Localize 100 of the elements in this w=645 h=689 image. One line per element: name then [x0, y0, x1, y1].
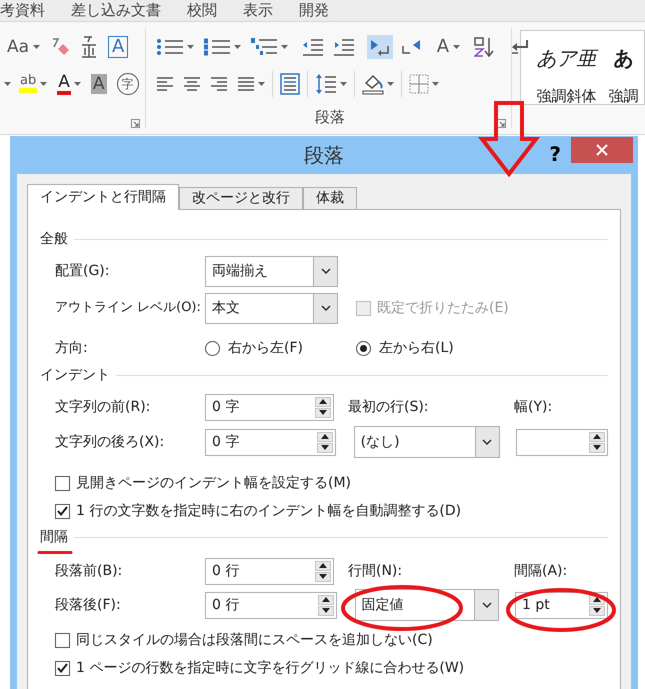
caret-icon[interactable] — [74, 82, 81, 86]
checkbox-label: 見開きページのインデント幅を設定する(M) — [76, 474, 352, 492]
toolbar-button[interactable]: A — [434, 34, 462, 58]
spin-down-button[interactable] — [315, 572, 331, 582]
section-heading: インデント — [40, 366, 110, 384]
dropdown-field[interactable]: 本文 — [205, 292, 338, 324]
spin-field[interactable]: 0 字 — [205, 428, 336, 456]
checkbox-label: 既定で折りたたみ(E) — [377, 298, 509, 318]
toolbar-button[interactable] — [406, 72, 441, 96]
field-label: 段落後(F): — [55, 596, 122, 614]
character-shading-button[interactable]: A — [90, 74, 106, 94]
enclose-character-button[interactable]: 字 — [116, 72, 138, 94]
close-button[interactable] — [571, 137, 633, 163]
field-label: 幅(Y): — [514, 398, 554, 416]
spin-down-button[interactable] — [589, 442, 605, 452]
radio-label: 左から右(L) — [379, 338, 454, 358]
ribbon-tab[interactable]: 考資料 — [0, 0, 45, 21]
checkbox[interactable] — [55, 504, 70, 518]
dialog-tab[interactable]: インデントと行間隔 — [27, 184, 179, 210]
borders-icon[interactable] — [408, 74, 429, 94]
underline-annotation — [37, 550, 73, 554]
caret-icon[interactable] — [234, 44, 241, 48]
chevron-icon — [482, 439, 492, 445]
caret-icon[interactable] — [453, 44, 460, 48]
checkbox[interactable] — [55, 660, 70, 676]
style-sample[interactable]: あ — [614, 43, 634, 73]
multilevel-list-icon[interactable] — [250, 36, 278, 58]
spin-up-button[interactable] — [318, 594, 334, 604]
radio-button[interactable] — [356, 340, 371, 356]
ribbon-tab[interactable]: 差し込み文書 — [71, 0, 161, 21]
field-label: アウトライン レベル(O): — [55, 299, 202, 318]
caret-icon[interactable] — [186, 44, 194, 48]
field-label: 段落前(B): — [55, 562, 124, 580]
checkbox-label: 1 行の文字数を指定時に右のインデント幅を自動調整する(D) — [76, 502, 462, 520]
checkbox-label: 同じスタイルの場合は段落間にスペースを追加しない(C) — [76, 630, 433, 650]
dropdown-field[interactable]: 固定値 — [354, 589, 500, 621]
spin-field[interactable]: 0 字 — [205, 394, 334, 420]
change-case-button[interactable]: Aa — [6, 36, 30, 56]
help-button[interactable]: ? — [549, 142, 561, 166]
ribbon-tab[interactable]: 開発 — [299, 0, 329, 21]
caret-icon[interactable] — [340, 82, 347, 86]
ribbon-tab[interactable]: 校閲 — [187, 0, 217, 21]
spin-up-button[interactable] — [589, 432, 605, 442]
checkbox-label: 1 ページの行数を指定時に文字を行グリッド線に合わせる(W) — [76, 658, 464, 678]
section-heading: 間隔 — [40, 528, 68, 546]
dialog-launcher-icon[interactable] — [496, 119, 506, 128]
radio-button[interactable] — [205, 340, 220, 356]
spin-up-button[interactable] — [315, 396, 331, 406]
radio-label: 右から左(F) — [228, 338, 303, 358]
dialog-tab[interactable]: 改ページと改行 — [179, 187, 303, 209]
ribbon-tab[interactable]: 表示 — [243, 0, 273, 21]
character-border-button[interactable]: A — [108, 36, 128, 58]
numbering-icon[interactable] — [202, 36, 231, 58]
section-heading: 全般 — [40, 230, 68, 248]
justify-icon[interactable] — [236, 76, 255, 92]
highlight-button[interactable]: ab — [19, 74, 38, 93]
field-label: 配置(G): — [55, 262, 110, 280]
field-label: 間隔(A): — [514, 562, 568, 580]
checkbox[interactable] — [55, 632, 70, 648]
caret-icon[interactable] — [280, 44, 288, 48]
field-label: 最初の行(S): — [348, 398, 430, 416]
font-color-button[interactable]: A — [57, 72, 71, 94]
spin-field[interactable]: 1 pt — [515, 592, 608, 618]
group-label: 段落 — [315, 108, 346, 126]
field-label: 方向: — [55, 338, 89, 358]
spin-down-button[interactable] — [589, 606, 606, 616]
chevron-icon — [320, 268, 330, 274]
spin-field[interactable]: 0 行 — [205, 592, 337, 618]
caret-icon[interactable] — [4, 82, 11, 86]
ruby-icon[interactable] — [80, 34, 98, 58]
field-label: 文字列の後ろ(X): — [55, 432, 166, 452]
field-label: 行間(N): — [348, 562, 404, 580]
caret-icon[interactable] — [33, 44, 40, 48]
style-name[interactable]: 強調斜体 — [536, 85, 597, 104]
spin-field[interactable]: 0 行 — [205, 558, 334, 584]
caret-icon[interactable] — [432, 82, 439, 86]
caret-icon[interactable] — [386, 82, 394, 86]
shading-icon[interactable] — [362, 72, 384, 94]
spin-field[interactable] — [516, 428, 608, 456]
spin-down-button[interactable] — [316, 442, 333, 452]
dropdown-field[interactable]: (なし) — [354, 426, 500, 458]
line-spacing-icon[interactable] — [314, 72, 337, 94]
caret-icon[interactable] — [258, 82, 265, 86]
dialog-tab[interactable]: 体裁 — [303, 187, 357, 209]
spin-down-button[interactable] — [318, 606, 334, 616]
spin-up-button[interactable] — [316, 432, 333, 442]
field-label: 文字列の前(R): — [55, 398, 152, 416]
spin-up-button[interactable] — [315, 560, 331, 570]
style-sample[interactable]: あア亜 — [536, 43, 597, 73]
checkbox[interactable] — [55, 476, 70, 490]
spin-down-button[interactable] — [315, 408, 331, 418]
eraser-icon[interactable] — [50, 36, 70, 58]
character-spacing-button[interactable]: A — [436, 36, 450, 56]
dialog-launcher-icon[interactable] — [130, 119, 140, 128]
caret-icon[interactable] — [40, 82, 48, 86]
chevron-icon — [482, 602, 492, 608]
dropdown-field[interactable]: 両端揃え — [205, 256, 338, 286]
close-icon — [596, 144, 608, 156]
chevron-icon — [320, 305, 330, 311]
style-name[interactable]: 強調 — [608, 85, 639, 104]
